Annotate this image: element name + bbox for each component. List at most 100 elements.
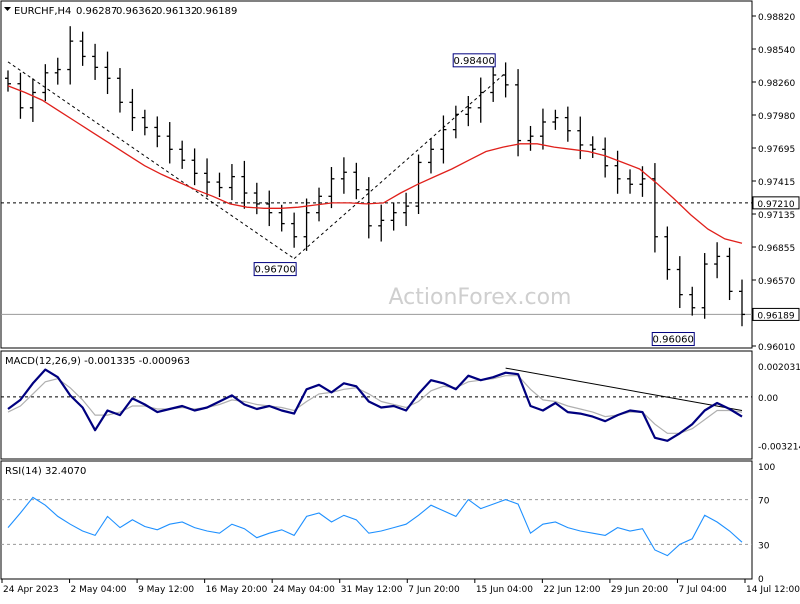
price-bar — [452, 105, 459, 139]
price-bar — [328, 167, 335, 209]
price-bar — [527, 125, 534, 151]
price-bar — [228, 164, 235, 201]
price-axis-label: 0.97980 — [758, 112, 795, 122]
rsi-panel-frame — [0, 460, 753, 580]
macd-axis-label: 0.002031 — [758, 363, 800, 373]
price-bar — [664, 226, 671, 280]
price-axis-label: 0.98260 — [758, 79, 795, 89]
price-bar — [577, 116, 584, 160]
price-axis-label: 0.96855 — [758, 244, 795, 254]
price-bar — [465, 95, 472, 127]
price-bar — [726, 247, 733, 301]
price-bar — [689, 286, 696, 316]
price-bar — [378, 204, 385, 242]
chart-header: EURCHF,H4 0.96287 0.96362 0.96132 0.9618… — [4, 6, 237, 17]
price-bar — [216, 172, 223, 197]
time-axis-label: 31 May 12:00 — [341, 585, 403, 595]
time-axis-label: 7 Jul 04:00 — [678, 585, 727, 595]
price-axis-label: 0.97415 — [758, 178, 795, 188]
macd-axis: 0.002031 0.00 -0.003214 — [758, 363, 800, 452]
rsi-axis-label: 30 — [758, 541, 770, 551]
annotation-label: 0.96700 — [254, 265, 295, 276]
price-axis-label: 0.96570 — [758, 277, 795, 287]
price-reference-lines — [1, 202, 752, 315]
price-bar — [676, 256, 683, 309]
price-bars — [5, 26, 745, 327]
time-axis-label: 2 May 04:00 — [71, 585, 127, 595]
price-bar — [564, 106, 571, 142]
time-axis-label: 15 Jun 04:00 — [476, 585, 533, 595]
macd-trendline — [505, 367, 743, 412]
price-bar — [701, 253, 708, 319]
price-axis-label: 0.97135 — [758, 211, 795, 221]
price-trendline — [293, 72, 506, 259]
price-bar — [67, 26, 74, 85]
price-bar — [92, 43, 99, 80]
time-axis-label: 22 Jun 12:00 — [543, 585, 600, 595]
moving-average — [7, 85, 743, 244]
price-label-text: 0.96189 — [757, 311, 794, 321]
rsi-axis: 100 70 30 0 — [758, 463, 775, 585]
high-value: 0.96362 — [116, 6, 157, 17]
chart-canvas: ActionForex.com EURCHF,H4 0.96287 0.9636… — [0, 0, 800, 595]
price-bar — [602, 137, 609, 178]
rsi-axis-label: 70 — [758, 497, 770, 507]
price-bar — [627, 169, 634, 194]
price-axis-label: 0.98540 — [758, 46, 795, 56]
price-bar — [403, 192, 410, 227]
price-bar — [29, 78, 36, 122]
price-bar — [191, 148, 198, 186]
price-bar — [390, 202, 397, 231]
price-bar — [490, 65, 497, 102]
price-panel-frame — [0, 0, 753, 349]
price-bar — [104, 51, 111, 95]
price-bar — [614, 150, 621, 194]
price-bar — [552, 109, 559, 130]
symbol-label: EURCHF,H4 — [14, 6, 71, 17]
price-axis-label: 0.97695 — [758, 145, 795, 155]
price-axis-label: 0.98820 — [758, 13, 795, 23]
price-bar — [116, 68, 123, 113]
time-axis-label: 24 May 04:00 — [273, 585, 335, 595]
price-bar — [477, 77, 484, 123]
time-axis-label: 24 Apr 2023 — [3, 585, 59, 595]
rsi-line — [7, 496, 743, 557]
rsi-axis-label: 100 — [758, 463, 775, 473]
low-value: 0.96132 — [156, 6, 197, 17]
macd-axis-label: -0.003214 — [758, 443, 800, 453]
price-bar — [253, 182, 260, 215]
price-bar — [539, 108, 546, 150]
price-axis: 0.98820 0.98540 0.98260 0.97980 0.97695 0.974… — [752, 13, 800, 353]
price-bar — [17, 72, 24, 119]
time-axis-label: 9 May 12:00 — [138, 585, 194, 595]
time-axis-label: 29 Jun 20:00 — [611, 585, 668, 595]
rsi-lines — [7, 496, 743, 557]
annotation-label: 0.96060 — [653, 335, 694, 346]
price-bar — [166, 122, 173, 164]
time-axis: 24 Apr 2023 2 May 04:00 9 May 12:00 16 May … — [1, 579, 800, 595]
price-bar — [42, 64, 49, 102]
price-bar — [714, 242, 721, 279]
price-bar — [340, 157, 347, 194]
rsi-title: RSI(14) 32.4070 — [5, 466, 86, 477]
price-bar — [54, 57, 61, 85]
watermark: ActionForex.com — [389, 285, 572, 310]
price-bar — [291, 212, 298, 248]
price-bar — [427, 138, 434, 174]
price-bar — [739, 279, 745, 327]
price-bar — [589, 136, 596, 158]
time-axis-label: 7 Jun 20:00 — [408, 585, 460, 595]
price-axis-label: 0.96010 — [758, 343, 795, 353]
macd-axis-label: 0.00 — [758, 394, 778, 404]
close-value: 0.96189 — [196, 6, 237, 17]
annotation-label: 0.98400 — [454, 56, 495, 67]
macd-lines — [7, 368, 743, 442]
price-bar — [179, 140, 186, 169]
moving-average-line — [7, 85, 743, 244]
macd-title: MACD(12,26,9) -0.001335 -0.000963 — [5, 356, 190, 367]
price-bar — [5, 70, 11, 92]
price-bar — [141, 109, 148, 136]
rsi-axis-label: 0 — [758, 575, 764, 585]
price-trendline — [7, 61, 295, 259]
price-bar — [204, 158, 211, 198]
